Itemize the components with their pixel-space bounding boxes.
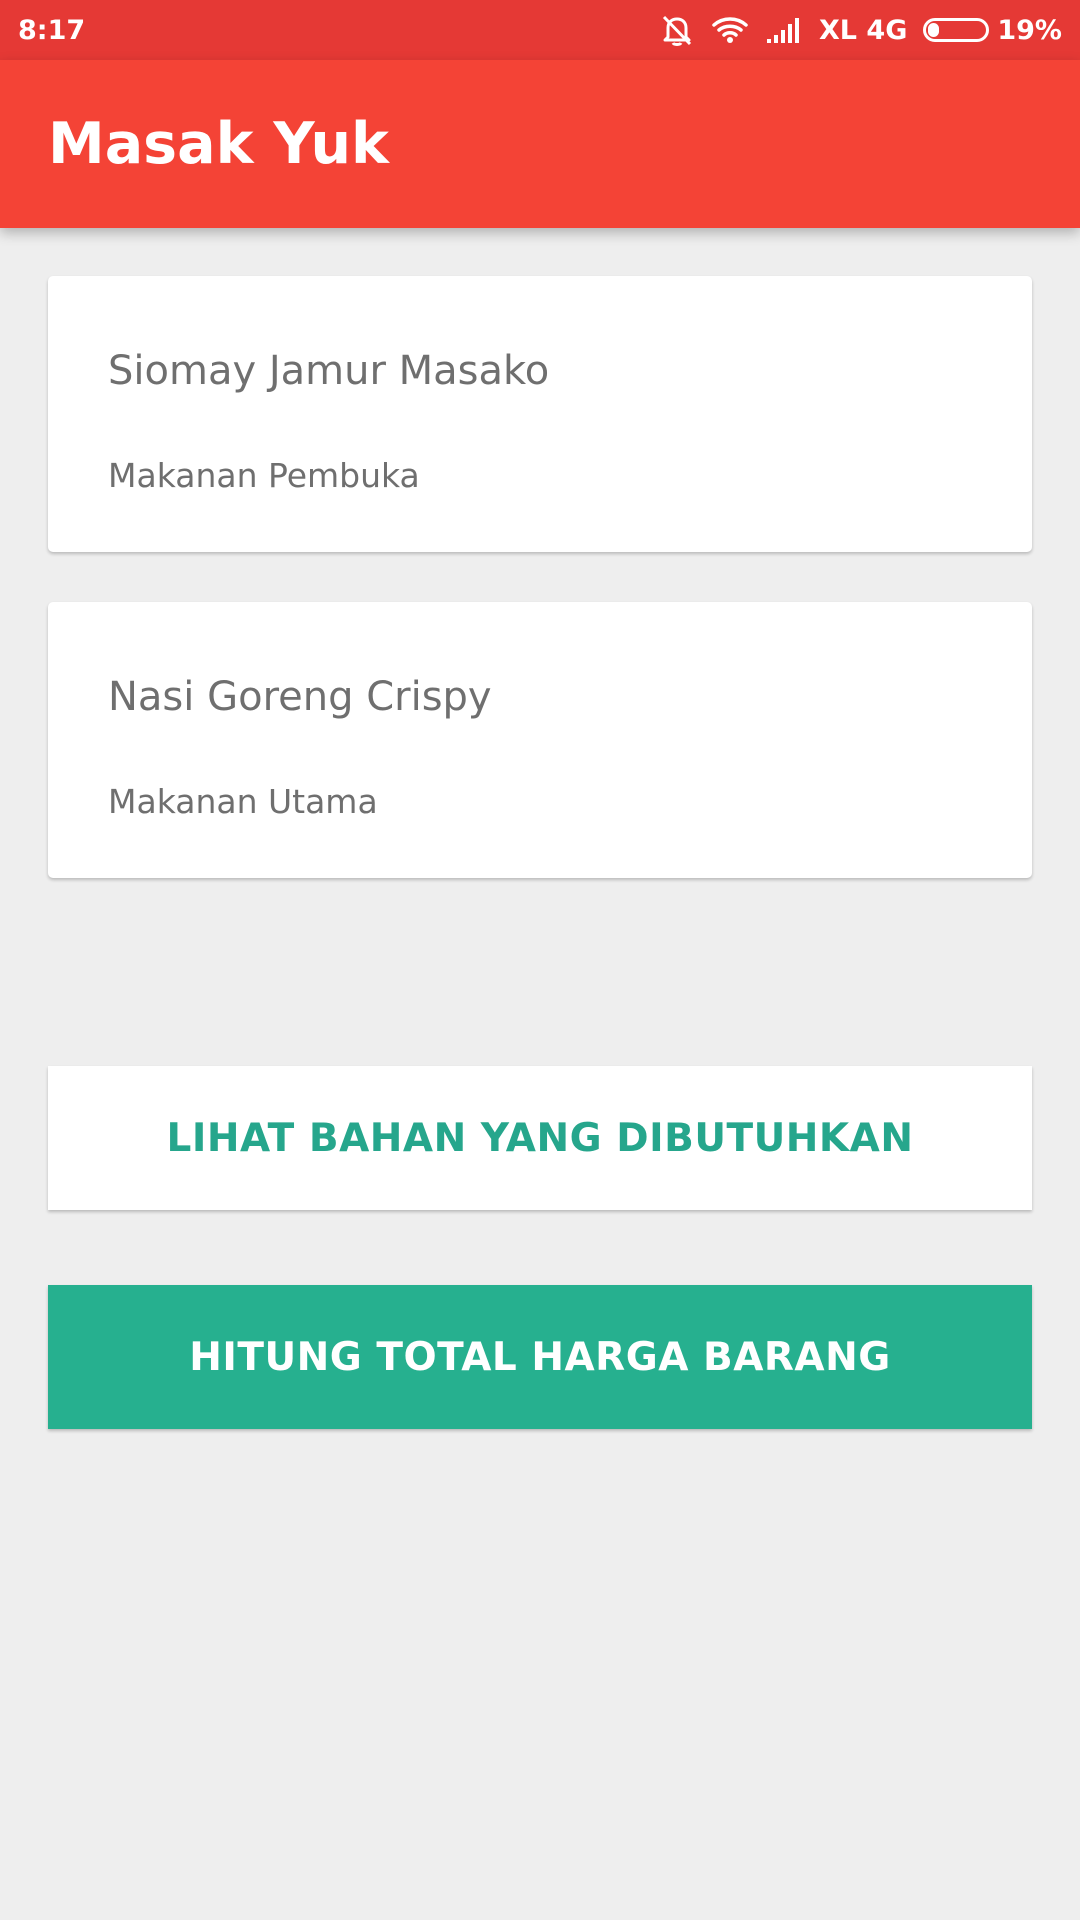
recipe-category: Makanan Utama [108, 782, 378, 821]
calculate-total-button[interactable]: HITUNG TOTAL HARGA BARANG [48, 1285, 1032, 1429]
wifi-icon [711, 15, 749, 45]
recipe-card-nasi-goreng[interactable]: Nasi Goreng Crispy Makanan Utama [48, 602, 1032, 878]
app-bar: Masak Yuk [0, 60, 1080, 228]
battery-indicator: 19% [923, 15, 1062, 46]
status-bar: 8:17 XL 4G 19% [0, 0, 1080, 60]
view-ingredients-button[interactable]: LIHAT BAHAN YANG DIBUTUHKAN [48, 1066, 1032, 1210]
recipe-card-siomay[interactable]: Siomay Jamur Masako Makanan Pembuka [48, 276, 1032, 552]
battery-percent: 19% [997, 14, 1062, 46]
recipe-category: Makanan Pembuka [108, 456, 420, 495]
battery-fill [928, 23, 940, 37]
status-time: 8:17 [18, 14, 86, 46]
battery-icon [923, 18, 990, 42]
mute-notification-icon [659, 13, 695, 47]
app-title: Masak Yuk [48, 111, 389, 177]
network-label: XL 4G [818, 14, 908, 46]
recipe-name: Nasi Goreng Crispy [108, 674, 492, 720]
status-icons: XL 4G 19% [659, 13, 1062, 47]
signal-icon [765, 15, 803, 45]
recipe-name: Siomay Jamur Masako [108, 348, 550, 394]
